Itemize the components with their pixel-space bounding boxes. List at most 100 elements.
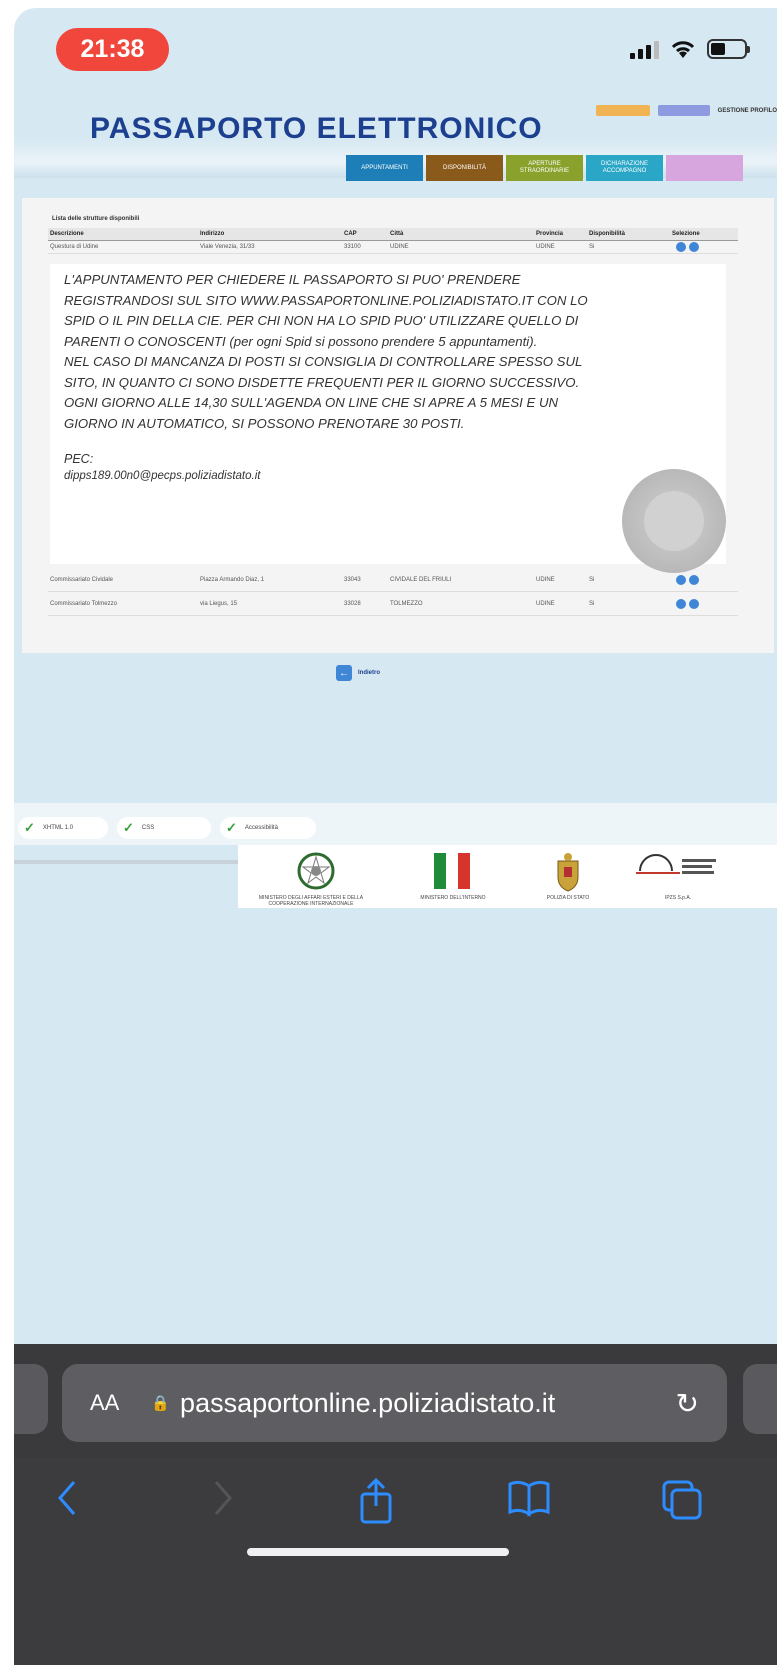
- reader-settings-button[interactable]: AA: [90, 1390, 119, 1416]
- cell-cap: 33028: [344, 600, 361, 607]
- share-icon[interactable]: [356, 1478, 396, 1524]
- italian-flag-icon[interactable]: [434, 851, 470, 891]
- tab-dichiarazione-accompagno[interactable]: DICHIARAZIONE ACCOMPAGNO: [586, 155, 663, 181]
- header-provincia: Provincia: [536, 231, 564, 237]
- wifi-icon: [671, 41, 695, 58]
- logo-label-ipzs: IPZS S.p.A.: [664, 895, 692, 901]
- browser-toolbar: [14, 1458, 777, 1548]
- tab-extra[interactable]: [666, 155, 743, 181]
- cell-indirizzo: Piazza Armando Diaz, 1: [200, 576, 265, 583]
- bookmarks-icon[interactable]: [506, 1478, 552, 1518]
- tab-appuntamenti[interactable]: APPUNTAMENTI: [346, 155, 423, 181]
- cell-provincia: UDINE: [536, 576, 555, 583]
- header-disponibilita: Disponibilità: [589, 231, 625, 237]
- cell-cap: 33100: [344, 244, 361, 250]
- select-button-icon[interactable]: [689, 598, 699, 609]
- cell-descrizione: Commissariato Cividale: [50, 576, 114, 583]
- phone-screen: 21:38 PASSAPORTO ELETTRONICO GESTIONE PR…: [14, 8, 777, 1665]
- police-crest-icon[interactable]: [550, 851, 586, 893]
- cell-citta: TOLMEZZO: [390, 600, 423, 607]
- institution-logos: MINISTERO DEGLI AFFARI ESTERI E DELLA CO…: [238, 845, 777, 908]
- cell-descrizione: Commissariato Tolmezzo: [50, 600, 117, 607]
- info-button-icon[interactable]: [676, 242, 686, 252]
- select-button-icon[interactable]: [689, 242, 699, 252]
- back-label: Indietro: [358, 670, 380, 676]
- url-text[interactable]: passaportonline.poliziadistato.it: [180, 1388, 555, 1419]
- ipzs-logo-icon[interactable]: [636, 851, 720, 889]
- table-header: Descrizione Indirizzo CAP Città Provinci…: [48, 228, 738, 241]
- logo-label-polizia: POLIZIA DI STATO: [546, 895, 590, 901]
- assistive-touch-button[interactable]: [622, 469, 726, 573]
- info-text: L'APPUNTAMENTO PER CHIEDERE IL PASSAPORT…: [64, 272, 588, 431]
- header-cap: CAP: [344, 231, 357, 237]
- check-icon: ✓: [123, 820, 134, 835]
- info-button-icon[interactable]: [676, 574, 686, 585]
- home-indicator[interactable]: [247, 1548, 509, 1556]
- cell-indirizzo: via Liegus, 15: [200, 600, 238, 607]
- cell-cap: 33043: [344, 576, 361, 583]
- nav-tabs: APPUNTAMENTI DISPONIBILITÀ APERTURE STRA…: [346, 155, 743, 181]
- browser-chrome: AA 🔒 passaportonline.poliziadistato.it ↻: [14, 1344, 777, 1665]
- badge-label: XHTML 1.0: [42, 825, 74, 831]
- pec-label: PEC:: [64, 452, 94, 466]
- structures-table-continued: Commissariato Cividale Piazza Armando Di…: [48, 568, 738, 616]
- badge-label: Accessibilità: [244, 825, 278, 831]
- top-link-1[interactable]: [595, 105, 650, 116]
- tab-aperture-straordinarie[interactable]: APERTURE STRAORDINARIE: [506, 155, 583, 181]
- forward-icon[interactable]: [210, 1478, 236, 1518]
- header-descrizione: Descrizione: [50, 231, 84, 237]
- info-button-icon[interactable]: [676, 598, 686, 609]
- back-icon[interactable]: [54, 1478, 80, 1518]
- selection-buttons: [676, 598, 699, 609]
- italian-emblem-icon[interactable]: [296, 851, 336, 891]
- list-caption: Lista delle strutture disponibili: [52, 216, 140, 222]
- top-links: GESTIONE PROFILO: [595, 105, 777, 116]
- address-bar-area: AA 🔒 passaportonline.poliziadistato.it ↻: [14, 1344, 777, 1458]
- status-time: 21:38: [56, 28, 169, 71]
- logo-label-esteri: MINISTERO DEGLI AFFARI ESTERI E DELLA CO…: [258, 895, 364, 907]
- battery-icon: [707, 39, 750, 59]
- cell-descrizione: Questura di Udine: [50, 244, 99, 250]
- tab-disponibilita[interactable]: DISPONIBILITÀ: [426, 155, 503, 181]
- next-tab-pill[interactable]: [743, 1364, 777, 1434]
- previous-tab-pill[interactable]: [14, 1364, 48, 1434]
- status-icons: [630, 38, 750, 60]
- table-row: Commissariato Tolmezzo via Liegus, 15 33…: [48, 592, 738, 616]
- site-title: PASSAPORTO ELETTRONICO: [90, 112, 543, 145]
- check-icon: ✓: [226, 820, 237, 835]
- address-bar[interactable]: AA 🔒 passaportonline.poliziadistato.it ↻: [62, 1364, 727, 1442]
- badge-accessibilita[interactable]: ✓ Accessibilità: [220, 817, 316, 839]
- cell-citta: UDINE: [390, 244, 409, 250]
- badge-label: CSS: [141, 825, 155, 831]
- tabs-icon[interactable]: [660, 1478, 704, 1522]
- badge-xhtml[interactable]: ✓ XHTML 1.0: [18, 817, 108, 839]
- table-row: Questura di Udine Viale Venezia, 31/33 3…: [48, 241, 738, 254]
- selection-buttons: [676, 574, 699, 585]
- header-indirizzo: Indirizzo: [200, 231, 225, 237]
- header-selezione: Selezione: [672, 231, 700, 237]
- select-button-icon[interactable]: [689, 574, 699, 585]
- top-link-2[interactable]: [657, 105, 710, 116]
- cell-citta: CIVIDALE DEL FRIULI: [390, 576, 452, 583]
- cell-disponibilita: Si: [589, 244, 595, 250]
- badge-css[interactable]: ✓ CSS: [117, 817, 211, 839]
- back-arrow-icon: ←: [336, 665, 352, 681]
- selection-buttons: [676, 242, 699, 252]
- cell-provincia: UDINE: [536, 600, 555, 607]
- cell-provincia: UDINE: [536, 244, 555, 250]
- table-row: Commissariato Cividale Piazza Armando Di…: [48, 568, 738, 592]
- pec-email[interactable]: dipps189.00n0@pecps.poliziadistato.it: [64, 470, 712, 482]
- back-link[interactable]: ← Indietro: [336, 665, 380, 681]
- reload-icon[interactable]: ↻: [676, 1387, 699, 1420]
- lock-icon: 🔒: [151, 1395, 171, 1412]
- logo-label-interno: MINISTERO DELL'INTERNO: [420, 895, 486, 901]
- footer-divider: [14, 860, 240, 864]
- cellular-signal-icon: [630, 39, 659, 59]
- structures-table: Descrizione Indirizzo CAP Città Provinci…: [48, 228, 738, 254]
- header-citta: Città: [390, 231, 404, 237]
- cell-disponibilita: Si: [589, 576, 595, 583]
- cell-indirizzo: Viale Venezia, 31/33: [200, 244, 255, 250]
- top-link-gestione-profilo[interactable]: GESTIONE PROFILO: [718, 108, 777, 114]
- cell-disponibilita: Si: [589, 600, 595, 607]
- check-icon: ✓: [24, 820, 35, 835]
